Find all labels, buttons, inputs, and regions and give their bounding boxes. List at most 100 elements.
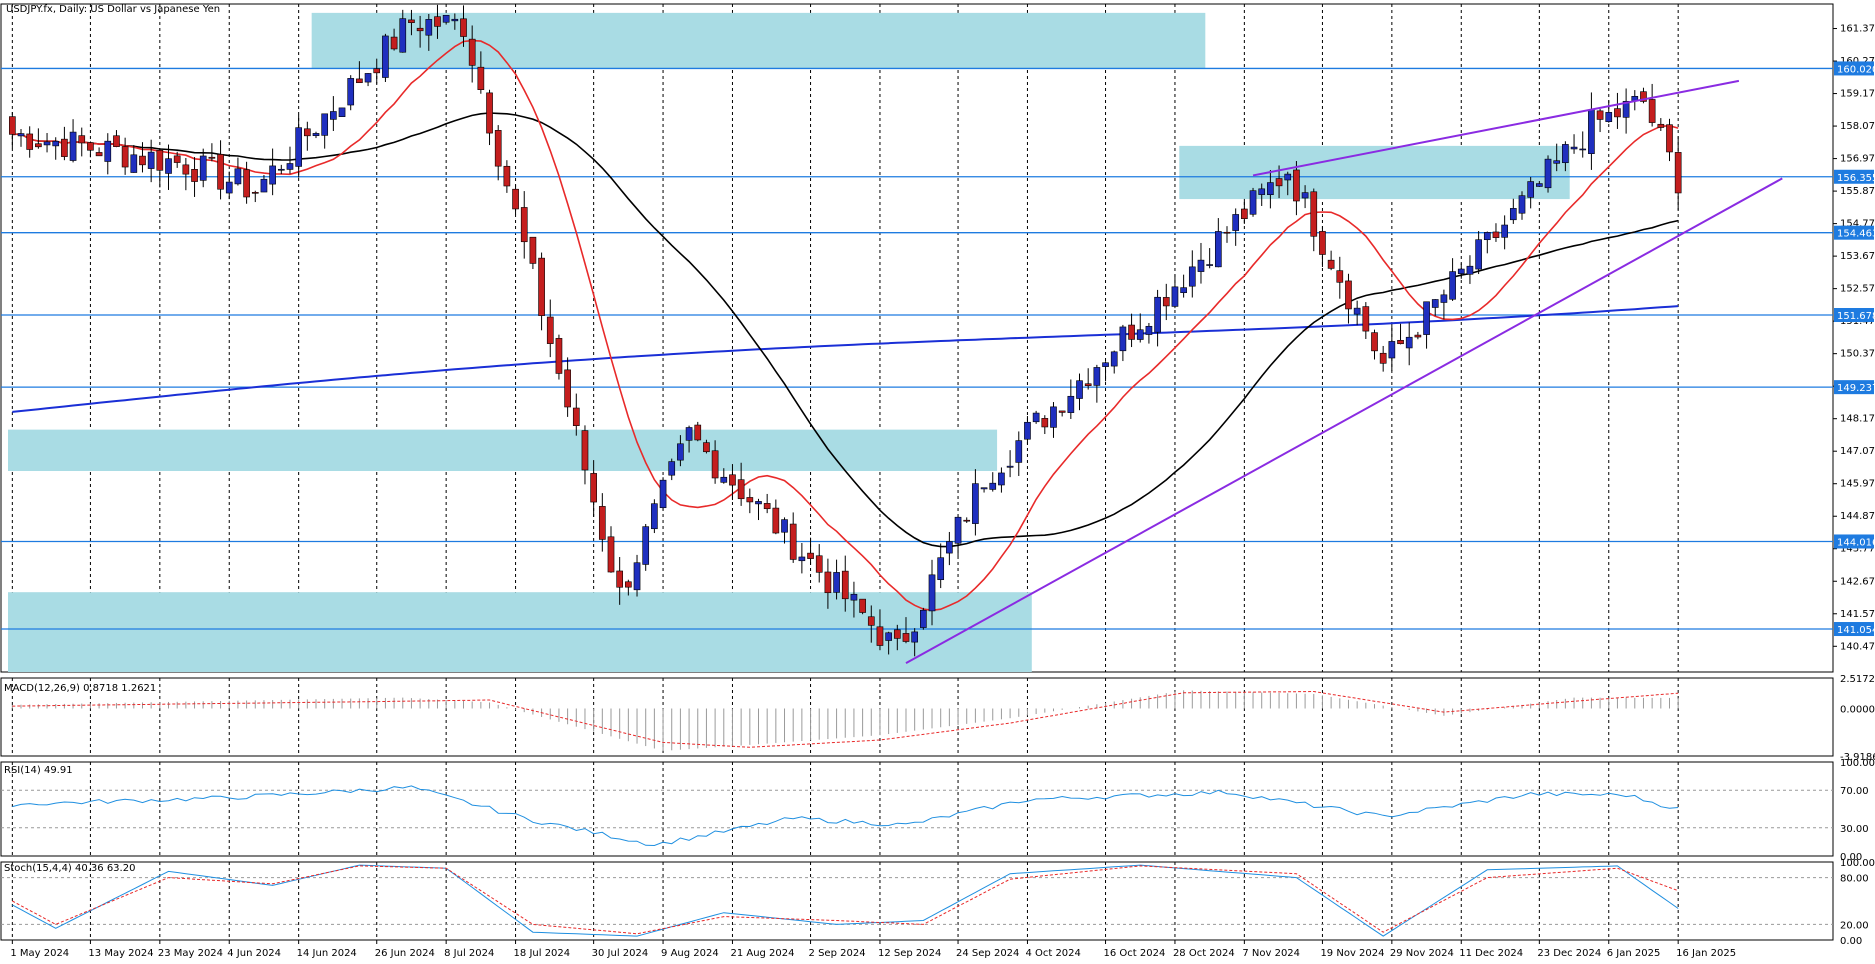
y-tick-label: 30.00 [1840, 824, 1869, 835]
candle-body [1197, 259, 1205, 272]
candle-body [555, 338, 563, 374]
y-tick-label: 148.170 [1840, 414, 1875, 425]
candle-body [911, 631, 918, 643]
candle-body [902, 633, 910, 642]
candle-body [1188, 266, 1196, 287]
candle-body [920, 609, 927, 628]
level-price-label: 154.463 [1837, 229, 1875, 240]
stoch-k-line [12, 864, 1679, 937]
candle-body [659, 479, 667, 509]
candle-body [520, 207, 528, 243]
y-tick-label: 152.570 [1840, 284, 1875, 295]
x-tick-label: 23 Dec 2024 [1537, 948, 1601, 959]
candle-body [1544, 158, 1552, 189]
candle-body [1145, 325, 1153, 335]
candle-body [130, 154, 138, 173]
rsi-line [12, 785, 1679, 847]
y-tick-label: 100.00 [1840, 858, 1875, 869]
candle-body [1345, 280, 1352, 310]
candle-body [338, 107, 346, 117]
candle-body [373, 68, 381, 74]
candle-body [269, 165, 276, 185]
candle-body [1067, 395, 1075, 413]
candle-body [512, 188, 519, 210]
candle-body [78, 135, 86, 144]
candle-body [1136, 329, 1144, 340]
candle-body [529, 236, 537, 264]
candle-body [486, 92, 493, 134]
candle-body [1032, 412, 1040, 423]
candle-body [312, 133, 320, 137]
y-tick-label: 141.570 [1840, 609, 1875, 620]
x-tick-label: 19 Nov 2024 [1320, 948, 1384, 959]
candle-body [781, 519, 788, 533]
y-tick-label: 140.470 [1840, 641, 1875, 652]
candle-body [1570, 146, 1578, 150]
candle-body [364, 73, 372, 83]
candle-body [1076, 380, 1083, 399]
rsi-pane [1, 785, 1833, 847]
candle-body [859, 598, 866, 613]
candle-body [61, 138, 68, 157]
candle-body [807, 552, 814, 559]
candle-body [399, 18, 407, 53]
x-tick-label: 28 Oct 2024 [1173, 948, 1235, 959]
y-tick-label: 2.5172 [1840, 674, 1875, 685]
candle-body [69, 131, 77, 161]
level-price-label: 156.355 [1837, 173, 1875, 184]
candle-body [703, 442, 710, 453]
candle-body [538, 257, 545, 316]
candle-body [1657, 123, 1665, 128]
x-tick-label: 8 Jul 2024 [444, 948, 494, 959]
price-zone [8, 429, 998, 472]
macd-title: MACD(12,26,9) 0.8718 1.2621 [4, 683, 156, 694]
candle-body [1050, 406, 1057, 428]
candle-body [1275, 178, 1283, 187]
candle-body [147, 151, 155, 169]
candle-body [460, 18, 467, 37]
candle-body [347, 78, 355, 106]
candle-body [789, 523, 797, 560]
candle-body [1414, 334, 1422, 338]
candle-body [876, 626, 884, 646]
candle-body [763, 503, 771, 510]
candle-body [1614, 108, 1621, 118]
candle-body [234, 168, 242, 185]
candle-body [928, 574, 936, 612]
candle-body [295, 127, 302, 167]
pane-frame [0, 761, 1834, 857]
y-tick-label: 142.670 [1840, 576, 1875, 587]
x-tick-label: 2 Sep 2024 [809, 948, 866, 959]
candle-body [642, 526, 650, 565]
level-price-label: 151.678 [1837, 311, 1875, 322]
macd-pane [11, 690, 1679, 751]
candle-body [1483, 232, 1491, 241]
candle-body [503, 165, 511, 187]
y-tick-label: 144.870 [1840, 511, 1875, 522]
candle-body [1596, 110, 1604, 120]
candle-body [1475, 239, 1482, 270]
x-tick-label: 13 May 2024 [88, 948, 153, 959]
candle-body [1423, 301, 1430, 335]
candle-body [1162, 297, 1170, 307]
candle-body [850, 593, 858, 601]
candle-body [434, 16, 441, 27]
candle-body [442, 14, 450, 23]
candle-body [598, 506, 606, 540]
candle-body [1527, 181, 1535, 198]
candle-body [607, 536, 615, 573]
candle-body [1128, 324, 1135, 340]
x-tick-label: 16 Jan 2025 [1676, 948, 1736, 959]
pane-frame [0, 677, 1834, 757]
candle-body [685, 427, 693, 441]
candle-body [330, 111, 337, 120]
candle-body [1041, 418, 1049, 428]
candle-body [720, 476, 728, 483]
candle-body [893, 629, 901, 639]
candle-body [1362, 306, 1370, 332]
candle-body [1397, 339, 1404, 345]
candle-body [1084, 383, 1092, 386]
candle-body [1171, 286, 1179, 307]
candle-body [1223, 231, 1231, 234]
x-tick-label: 1 May 2024 [10, 948, 69, 959]
